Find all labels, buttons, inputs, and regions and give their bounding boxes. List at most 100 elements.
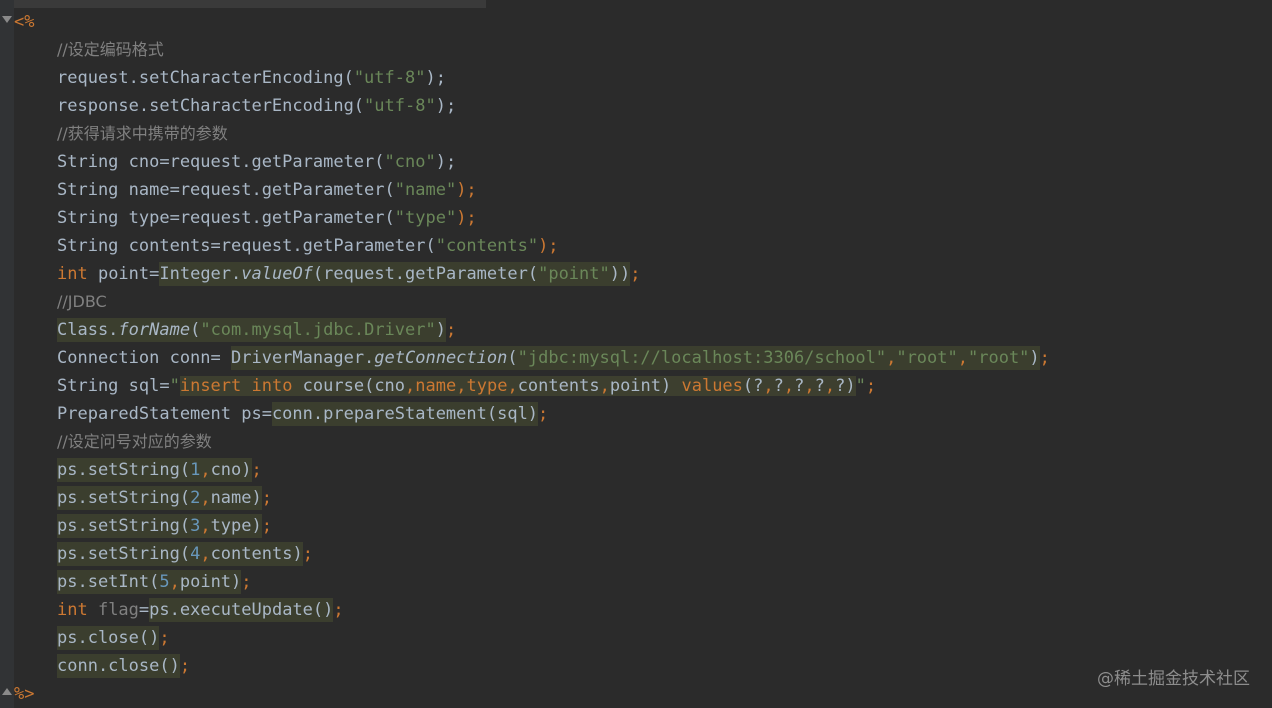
code-text: , <box>456 376 467 396</box>
code-line: response.setCharacterEncoding("utf-8"); <box>14 92 1272 120</box>
sql-keyword: insert into <box>179 376 293 396</box>
number-literal: 5 <box>159 572 170 592</box>
code-line: ps.setString(3,type); <box>14 512 1272 540</box>
code-text: )) <box>609 264 631 284</box>
code-text: ; <box>302 544 313 564</box>
method-name: forName <box>118 320 191 340</box>
sql-keyword: values <box>681 376 743 396</box>
code-line: Connection conn= DriverManager.getConnec… <box>14 344 1272 372</box>
code-text: contents) <box>210 544 303 564</box>
code-text: String type=request.getParameter( <box>57 208 395 228</box>
code-text: ); <box>435 96 457 116</box>
code-text: name) <box>210 488 262 508</box>
code-text: ; <box>538 404 549 424</box>
code-text: String contents=request.getParameter( <box>57 236 436 256</box>
code-text: , <box>405 376 416 396</box>
code-text: , <box>783 376 795 396</box>
string-literal: " <box>169 376 180 396</box>
code-line: String cno=request.getParameter("cno"); <box>14 148 1272 176</box>
code-text: Connection conn= <box>57 348 231 368</box>
code-text: String name=request.getParameter( <box>57 180 395 200</box>
code-text: PreparedStatement ps= <box>57 404 272 424</box>
code-line: //设定编码格式 <box>14 36 1272 64</box>
highlighted-expression: Integer.valueOf(request.getParameter("po… <box>159 262 631 286</box>
number-literal: 2 <box>190 488 201 508</box>
string-literal: "name" <box>394 180 457 200</box>
code-text: ) <box>1029 348 1040 368</box>
code-text: ; <box>261 516 272 536</box>
code-text: String sql= <box>57 376 170 396</box>
code-text: , <box>200 488 211 508</box>
highlighted-expression: ps.setString(3,type) <box>57 514 262 538</box>
code-text: ); <box>538 236 559 256</box>
code-text: ; <box>261 488 272 508</box>
sql-injection-fragment: insert into course(cno,name,type,content… <box>179 376 856 396</box>
code-editor[interactable]: <% //设定编码格式 request.setCharacterEncoding… <box>0 0 1272 708</box>
code-text: ; <box>159 628 170 648</box>
highlighted-expression: ps.close() <box>57 626 160 650</box>
code-line: String type=request.getParameter("type")… <box>14 204 1272 232</box>
code-text: ps.setString( <box>57 544 191 564</box>
code-text: ? <box>794 376 805 396</box>
code-text: ? <box>814 376 825 396</box>
highlighted-expression: conn.close() <box>57 654 180 678</box>
code-text: ( <box>190 320 201 340</box>
code-line: //设定问号对应的参数 <box>14 428 1272 456</box>
code-text: ( <box>507 348 518 368</box>
code-line: Class.forName("com.mysql.jdbc.Driver"); <box>14 316 1272 344</box>
code-text: point) <box>609 376 682 396</box>
highlighted-expression: ps.executeUpdate() <box>149 598 334 622</box>
code-text: , <box>200 544 211 564</box>
number-literal: 4 <box>190 544 201 564</box>
code-line: ps.setString(4,contents); <box>14 540 1272 568</box>
string-literal: "utf-8" <box>364 96 436 116</box>
code-text: ps.setInt( <box>57 572 160 592</box>
string-literal: "type" <box>394 208 457 228</box>
code-line: request.setCharacterEncoding("utf-8"); <box>14 64 1272 92</box>
highlighted-expression: ps.setString(4,contents) <box>57 542 303 566</box>
highlighted-expression: conn.prepareStatement(sql) <box>271 402 539 426</box>
code-text: Class. <box>57 320 119 340</box>
previous-line-fragment <box>14 0 486 8</box>
string-literal: "point" <box>538 264 610 284</box>
string-literal: "contents" <box>435 236 539 256</box>
code-text: ; <box>630 264 641 284</box>
code-text: type) <box>210 516 262 536</box>
code-text: , <box>599 376 610 396</box>
code-text: String cno=request.getParameter( <box>57 152 385 172</box>
comment: //获得请求中携带的参数 <box>57 124 228 143</box>
fold-open-icon[interactable] <box>2 16 12 23</box>
code-text: , <box>763 376 774 396</box>
keyword: int <box>57 264 88 284</box>
number-literal: 3 <box>190 516 201 536</box>
method-name: getConnection <box>374 348 508 368</box>
code-line: PreparedStatement ps=conn.prepareStateme… <box>14 400 1272 428</box>
code-text: ); <box>435 152 457 172</box>
jsp-open: <% <box>14 12 35 32</box>
comment: //设定问号对应的参数 <box>57 432 212 451</box>
editor-gutter <box>0 0 14 708</box>
code-line: //JDBC <box>14 288 1272 316</box>
highlighted-expression: ps.setString(2,name) <box>57 486 262 510</box>
keyword: int <box>57 600 88 620</box>
highlighted-expression: DriverManager.getConnection("jdbc:mysql:… <box>231 346 1040 370</box>
comment: //JDBC <box>57 292 107 311</box>
code-text: , <box>169 572 180 592</box>
code-text: Integer. <box>159 264 242 284</box>
code-area[interactable]: <% //设定编码格式 request.setCharacterEncoding… <box>14 8 1272 708</box>
code-text: ; <box>865 376 877 396</box>
code-text: ps.setString( <box>57 516 191 536</box>
comment: //设定编码格式 <box>57 40 164 59</box>
code-text: ) <box>435 320 446 340</box>
string-literal: "root" <box>968 348 1030 368</box>
code-text: ? <box>773 376 784 396</box>
string-literal: "root" <box>896 348 958 368</box>
code-text: ); <box>425 68 446 88</box>
code-line: conn.close(); <box>14 652 1272 680</box>
fold-close-icon[interactable] <box>2 688 12 695</box>
method-name: valueOf <box>241 264 313 284</box>
highlighted-expression: Class.forName("com.mysql.jdbc.Driver") <box>57 318 446 342</box>
code-line: ps.setString(2,name); <box>14 484 1272 512</box>
code-text: , <box>886 348 897 368</box>
string-literal: "cno" <box>384 152 436 172</box>
